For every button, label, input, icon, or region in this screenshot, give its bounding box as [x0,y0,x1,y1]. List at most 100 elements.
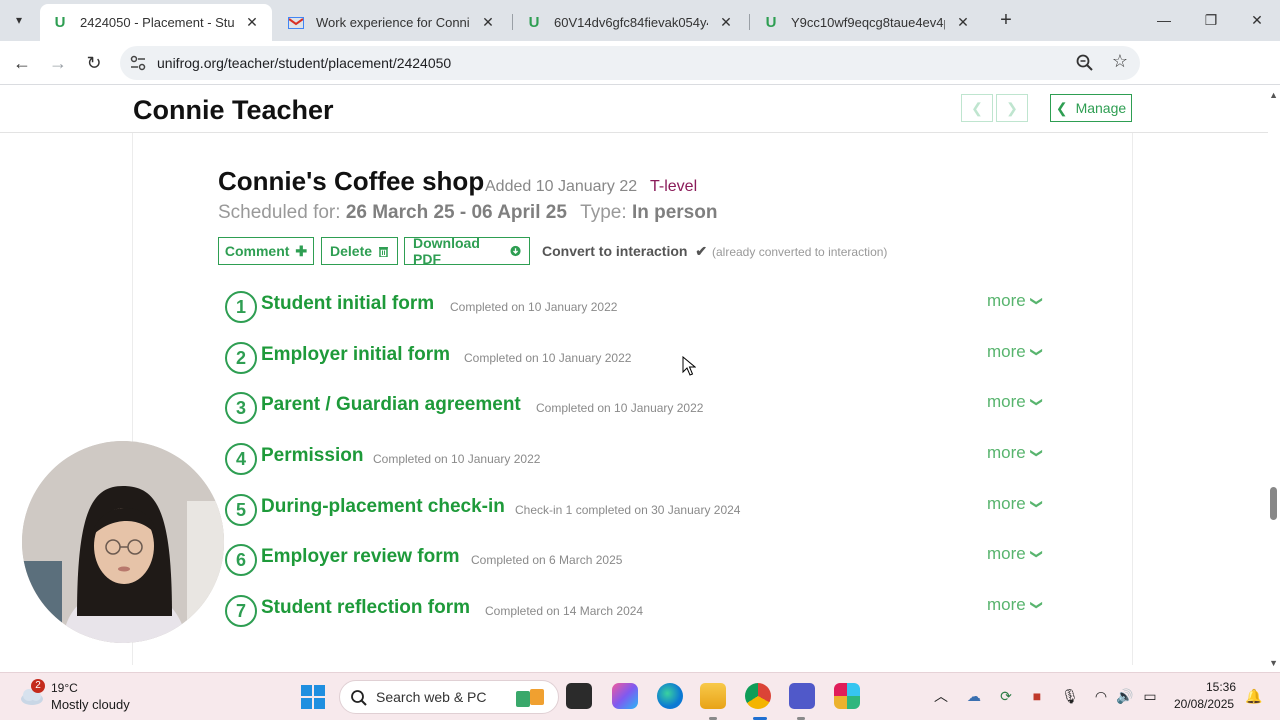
bookmark-star-icon[interactable]: ☆ [1112,51,1128,72]
placement-level-badge[interactable]: T-level [650,178,697,196]
start-button[interactable] [301,685,325,709]
converted-note: (already converted to interaction) [712,245,888,259]
page-scrollbar[interactable] [1268,86,1280,670]
restore-button[interactable]: ❐ [1196,8,1226,32]
close-icon[interactable]: ✕ [480,14,496,31]
convert-to-interaction-button[interactable]: Convert to interaction ✔ [542,243,707,260]
placement-step[interactable]: 3 Parent / Guardian agreement Completed … [225,392,1055,426]
terminal-app-icon[interactable] [566,683,592,709]
manage-button[interactable]: ❮ Manage [1050,94,1132,122]
step-title[interactable]: Permission [261,445,363,467]
scrollbar-thumb[interactable] [1270,487,1277,520]
close-icon[interactable]: ✕ [718,14,734,31]
show-hidden-icons-chevron-up-icon[interactable]: ︿ [930,685,952,707]
arrow-left-icon: ← [13,53,31,73]
onedrive-icon[interactable]: ☁ [963,685,985,707]
more-toggle[interactable]: more ❯ [987,544,1044,564]
arrow-right-icon: → [49,53,67,73]
previous-button[interactable]: ❮ [961,94,993,122]
close-icon[interactable]: ✕ [244,14,260,31]
more-toggle[interactable]: more ❯ [987,291,1044,311]
search-icon [351,690,367,706]
forward-button[interactable]: → [46,51,70,75]
address-bar[interactable]: unifrog.org/teacher/student/placement/24… [120,46,1140,80]
step-title[interactable]: Student reflection form [261,597,470,619]
weather-temperature[interactable]: 19°C [51,681,78,695]
browser-tab[interactable]: Work experience for Connie Wo ✕ [276,4,508,41]
edge-browser-icon[interactable] [657,683,683,709]
clock-time[interactable]: 15:36 [1206,680,1236,694]
weather-condition[interactable]: Mostly cloudy [51,697,130,712]
placement-step[interactable]: 5 During-placement check-in Check-in 1 c… [225,494,1055,528]
step-title[interactable]: Employer review form [261,546,460,568]
more-toggle[interactable]: more ❯ [987,342,1044,362]
minimize-button[interactable]: — [1149,8,1179,32]
speaker-icon[interactable]: 🔊 [1114,685,1136,707]
sync-icon[interactable]: ⟳ [995,685,1017,707]
browser-tab[interactable]: U 60V14dv6gfc84fievak054y4u4g ✕ [514,4,746,41]
notifications-bell-icon[interactable]: 🔔 [1243,685,1265,707]
file-explorer-icon[interactable] [700,683,726,709]
back-button[interactable]: ← [10,51,34,75]
browser-tab[interactable]: U Y9cc10wf9eqcg8taue4ev4p4zfi ✕ [751,4,983,41]
delete-button[interactable]: Delete [321,237,398,265]
more-label: more [987,392,1026,411]
placement-added-date: Added 10 January 22 [485,178,638,195]
more-toggle[interactable]: more ❯ [987,392,1044,412]
chrome-browser-icon[interactable] [745,683,771,709]
close-window-button[interactable]: ✕ [1242,8,1272,32]
more-toggle[interactable]: more ❯ [987,494,1044,514]
battery-icon[interactable]: ▭ [1139,685,1161,707]
more-toggle[interactable]: more ❯ [987,595,1044,615]
zoom-icon[interactable] [1075,53,1095,73]
step-title[interactable]: During-placement check-in [261,496,505,518]
chevron-down-icon: ❯ [1029,548,1044,560]
microphone-icon[interactable]: 🎙 [1059,685,1081,707]
taskbar-search[interactable]: Search web & PC [339,680,559,714]
wifi-icon[interactable]: ◠ [1090,685,1112,707]
browser-tab-strip: ▾ U 2424050 - Placement - Student ✕ Work… [0,0,1280,41]
step-title[interactable]: Employer initial form [261,344,450,366]
clock-date[interactable]: 20/08/2025 [1174,697,1234,711]
close-icon[interactable]: ✕ [955,14,971,31]
step-number: 5 [225,494,257,526]
copilot-app-icon[interactable] [612,683,638,709]
slack-app-icon[interactable] [834,683,860,709]
placement-step[interactable]: 6 Employer review form Completed on 6 Ma… [225,544,1055,578]
reload-button[interactable]: ↻ [82,51,106,75]
placement-step[interactable]: 1 Student initial form Completed on 10 J… [225,291,1055,325]
step-number: 1 [225,291,257,323]
new-tab-button[interactable]: + [994,9,1018,33]
tab-search-button[interactable]: ▾ [6,8,32,32]
windows-logo-icon [301,685,312,696]
step-title[interactable]: Parent / Guardian agreement [261,394,521,416]
chevron-down-icon: ❯ [1029,295,1044,307]
placement-step[interactable]: 7 Student reflection form Completed on 1… [225,595,1055,629]
step-number: 2 [225,342,257,374]
tab-title: 60V14dv6gfc84fievak054y4u4g [554,15,708,30]
schedule-label: Scheduled for: [218,202,341,223]
step-status: Check-in 1 completed on 30 January 2024 [515,503,741,517]
chevron-left-icon: ❮ [971,100,983,116]
presenter-video-icon [22,441,224,643]
download-pdf-button[interactable]: Download PDF [404,235,530,267]
app-tray-icon[interactable]: ■ [1026,685,1048,707]
more-toggle[interactable]: more ❯ [987,443,1044,463]
teams-app-icon[interactable] [789,683,815,709]
chevron-right-icon: ❯ [1006,100,1018,116]
chevron-down-icon: ❯ [1029,498,1044,510]
type-label: Type: [580,202,627,223]
scroll-up-icon[interactable]: ▲ [1269,90,1278,100]
gmail-icon [288,15,304,31]
next-button[interactable]: ❯ [996,94,1028,122]
comment-button[interactable]: Comment ✚ [218,237,314,265]
step-title[interactable]: Student initial form [261,293,434,315]
schedule-dates: 26 March 25 - 06 April 25 [345,202,567,223]
step-number: 4 [225,443,257,475]
browser-tab-active[interactable]: U 2424050 - Placement - Student ✕ [40,4,272,41]
chevron-down-icon: ❯ [1029,396,1044,408]
site-info-icon[interactable] [130,55,146,71]
scroll-down-icon[interactable]: ▼ [1269,658,1278,668]
placement-step[interactable]: 4 Permission Completed on 10 January 202… [225,443,1055,477]
placement-step[interactable]: 2 Employer initial form Completed on 10 … [225,342,1055,376]
